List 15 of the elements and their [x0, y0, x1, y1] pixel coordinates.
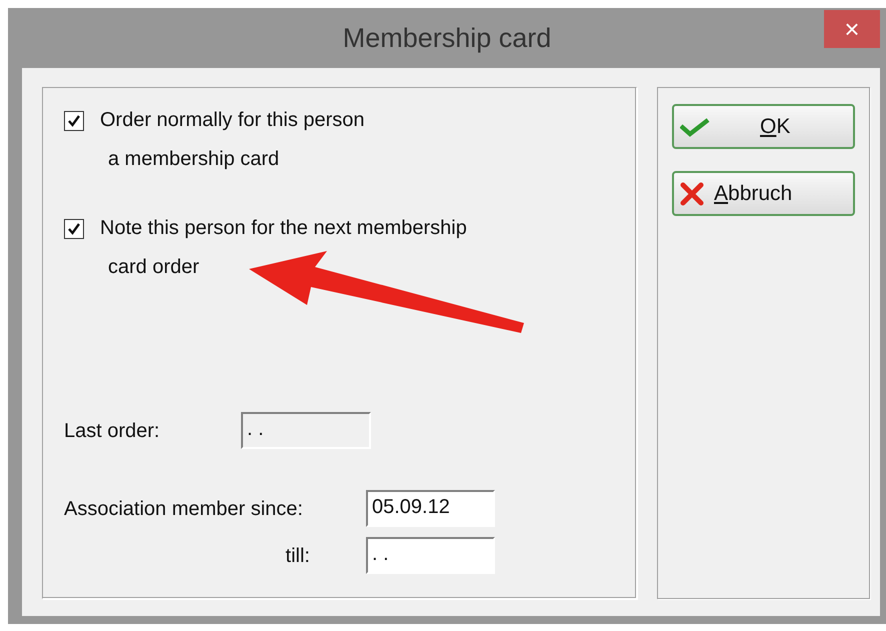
- input-field[interactable]: 05.09.12: [366, 490, 495, 527]
- window-title: Membership card: [342, 22, 552, 55]
- check-icon: [680, 116, 710, 136]
- close-button[interactable]: ×: [824, 10, 880, 48]
- checkbox-label[interactable]: Order normally for this person a membership card: [100, 101, 365, 179]
- cancel-button[interactable]: Abbruch: [672, 171, 855, 216]
- checkbox[interactable]: [64, 111, 84, 131]
- field-label: Association member since:: [64, 496, 304, 522]
- ok-button[interactable]: OK: [672, 104, 855, 149]
- input-field[interactable]: . .: [366, 537, 495, 574]
- checkbox[interactable]: [64, 219, 84, 239]
- cross-icon: [680, 182, 704, 206]
- field-label: Last order:: [64, 418, 161, 444]
- checkbox-label[interactable]: Note this person for the next membership card order: [100, 209, 467, 287]
- field-label: till:: [286, 544, 310, 568]
